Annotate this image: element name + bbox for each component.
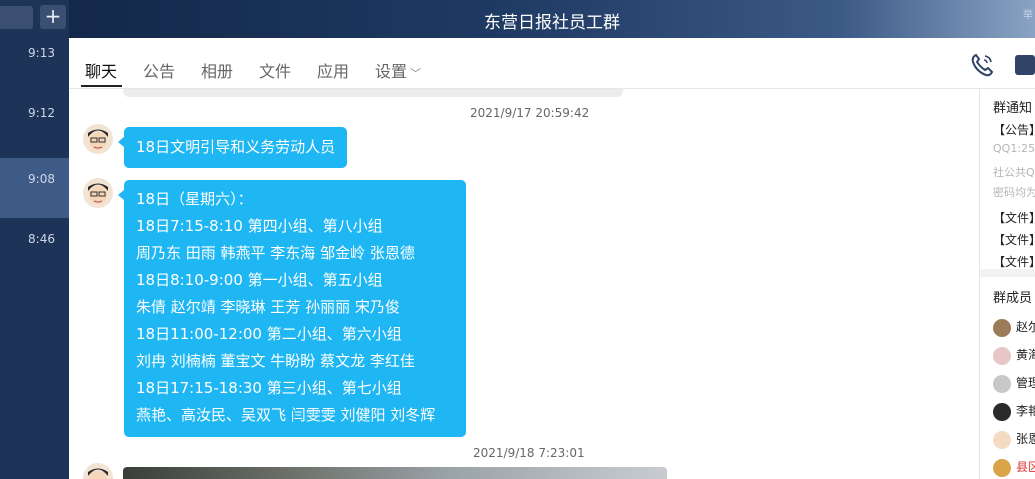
tab-apps[interactable]: 应用 bbox=[317, 58, 349, 82]
conversation-time: 9:13 bbox=[28, 46, 55, 60]
tab-announcements[interactable]: 公告 bbox=[143, 58, 175, 82]
avatar bbox=[993, 402, 1011, 421]
message-line: 18日7:15-8:10 第四小组、第八小组 bbox=[136, 217, 383, 235]
member-item[interactable]: 管理 bbox=[993, 374, 1035, 394]
member-item[interactable]: 黄海 bbox=[993, 346, 1035, 366]
conversation-time: 8:46 bbox=[28, 232, 55, 246]
message-line: 18日11:00-12:00 第二小组、第六小组 bbox=[136, 325, 402, 343]
tab-settings-label: 设置 bbox=[375, 62, 408, 81]
active-tab-indicator bbox=[81, 85, 122, 87]
title-bar: 东营日报社员工群 举 bbox=[69, 0, 1035, 38]
member-item[interactable]: 张恩 bbox=[993, 430, 1035, 450]
chat-messages[interactable]: 2021/9/17 20:59:42 18日文明引导和义务劳动人员 18日（星期… bbox=[69, 89, 979, 479]
conversation-item[interactable]: 9:13 bbox=[0, 30, 69, 90]
panel-divider bbox=[980, 269, 1035, 277]
title-corner-text[interactable]: 举 bbox=[1023, 6, 1033, 21]
message-timestamp: 2021/9/17 20:59:42 bbox=[470, 106, 590, 120]
add-button[interactable]: + bbox=[40, 5, 66, 29]
notice-item: QQ1:253 bbox=[993, 142, 1035, 155]
avatar bbox=[993, 346, 1011, 365]
message-line: 18日17:15-18:30 第三小组、第七小组 bbox=[136, 379, 402, 397]
search-input[interactable] bbox=[0, 6, 33, 29]
notice-file[interactable]: 【文件】 bbox=[993, 253, 1035, 270]
message-line: 朱倩 赵尔靖 李晓琳 王芳 孙丽丽 宋乃俊 bbox=[136, 298, 400, 316]
video-call-icon[interactable] bbox=[1015, 55, 1035, 75]
message-bubble[interactable]: 18日（星期六）： 18日7:15-8:10 第四小组、第八小组 周乃东 田雨 … bbox=[118, 180, 466, 437]
tab-bar: 聊天 公告 相册 文件 应用 设置 ﹀ bbox=[69, 38, 1035, 89]
member-item[interactable]: 县区 bbox=[993, 458, 1035, 478]
tab-settings[interactable]: 设置 ﹀ bbox=[375, 58, 421, 82]
notice-file[interactable]: 【文件】 bbox=[993, 209, 1035, 226]
notice-title[interactable]: 群通知 bbox=[993, 97, 1032, 116]
previous-message-bubble bbox=[123, 89, 623, 97]
avatar[interactable] bbox=[83, 124, 113, 154]
avatar bbox=[993, 458, 1011, 477]
member-name: 张恩 bbox=[1016, 432, 1035, 446]
avatar bbox=[993, 318, 1011, 337]
message-line: 燕艳、高汝民、吴双飞 闫雯雯 刘健阳 刘冬辉 bbox=[136, 406, 436, 424]
message-line: 周乃东 田雨 韩燕平 李东海 邹金岭 张恩德 bbox=[136, 244, 415, 262]
conversation-item-active[interactable]: 9:08 bbox=[0, 158, 69, 218]
member-item[interactable]: 李艳 bbox=[993, 402, 1035, 422]
avatar[interactable] bbox=[83, 463, 113, 479]
message-line: 18日（星期六）： bbox=[136, 190, 253, 208]
phone-icon[interactable] bbox=[969, 52, 995, 78]
group-title: 东营日报社员工群 bbox=[484, 13, 620, 33]
avatar[interactable] bbox=[83, 178, 113, 208]
member-item[interactable]: 赵尔 bbox=[993, 318, 1035, 338]
conversation-time: 9:12 bbox=[28, 106, 55, 120]
tab-files[interactable]: 文件 bbox=[259, 58, 291, 82]
conversation-sidebar: + 9:13 9:12 9:08 8:46 bbox=[0, 0, 69, 479]
member-name: 管理 bbox=[1016, 376, 1035, 390]
notice-item[interactable]: 【公告】 bbox=[993, 121, 1035, 138]
member-name: 黄海 bbox=[1016, 348, 1035, 362]
member-name: 赵尔 bbox=[1016, 320, 1035, 334]
conversation-item[interactable]: 9:12 bbox=[0, 90, 69, 150]
avatar bbox=[993, 430, 1011, 449]
member-name: 县区 bbox=[1016, 460, 1035, 474]
message-bubble[interactable]: 18日文明引导和义务劳动人员 bbox=[117, 127, 348, 168]
group-info-panel: × 群通知 【公告】 QQ1:253 社公共Q 密码均为 【文件】 【文件】 【… bbox=[979, 89, 1035, 479]
chevron-down-icon: ﹀ bbox=[410, 67, 422, 80]
notice-file[interactable]: 【文件】 bbox=[993, 231, 1035, 248]
avatar bbox=[993, 374, 1011, 393]
members-title[interactable]: 群成员 bbox=[993, 287, 1032, 306]
message-timestamp: 2021/9/18 7:23:01 bbox=[473, 446, 585, 460]
message-line: 18日8:10-9:00 第一小组、第五小组 bbox=[136, 271, 383, 289]
tab-chat[interactable]: 聊天 bbox=[85, 58, 117, 82]
message-line: 刘冉 刘楠楠 董宝文 牛盼盼 蔡文龙 李红佳 bbox=[136, 352, 415, 370]
member-name: 李艳 bbox=[1016, 404, 1035, 418]
conversation-time: 9:08 bbox=[28, 172, 55, 186]
notice-item: 社公共Q bbox=[993, 166, 1035, 179]
image-message[interactable] bbox=[123, 467, 667, 479]
notice-item: 密码均为 bbox=[993, 186, 1035, 199]
conversation-item[interactable]: 8:46 bbox=[0, 216, 69, 276]
tab-album[interactable]: 相册 bbox=[201, 58, 233, 82]
